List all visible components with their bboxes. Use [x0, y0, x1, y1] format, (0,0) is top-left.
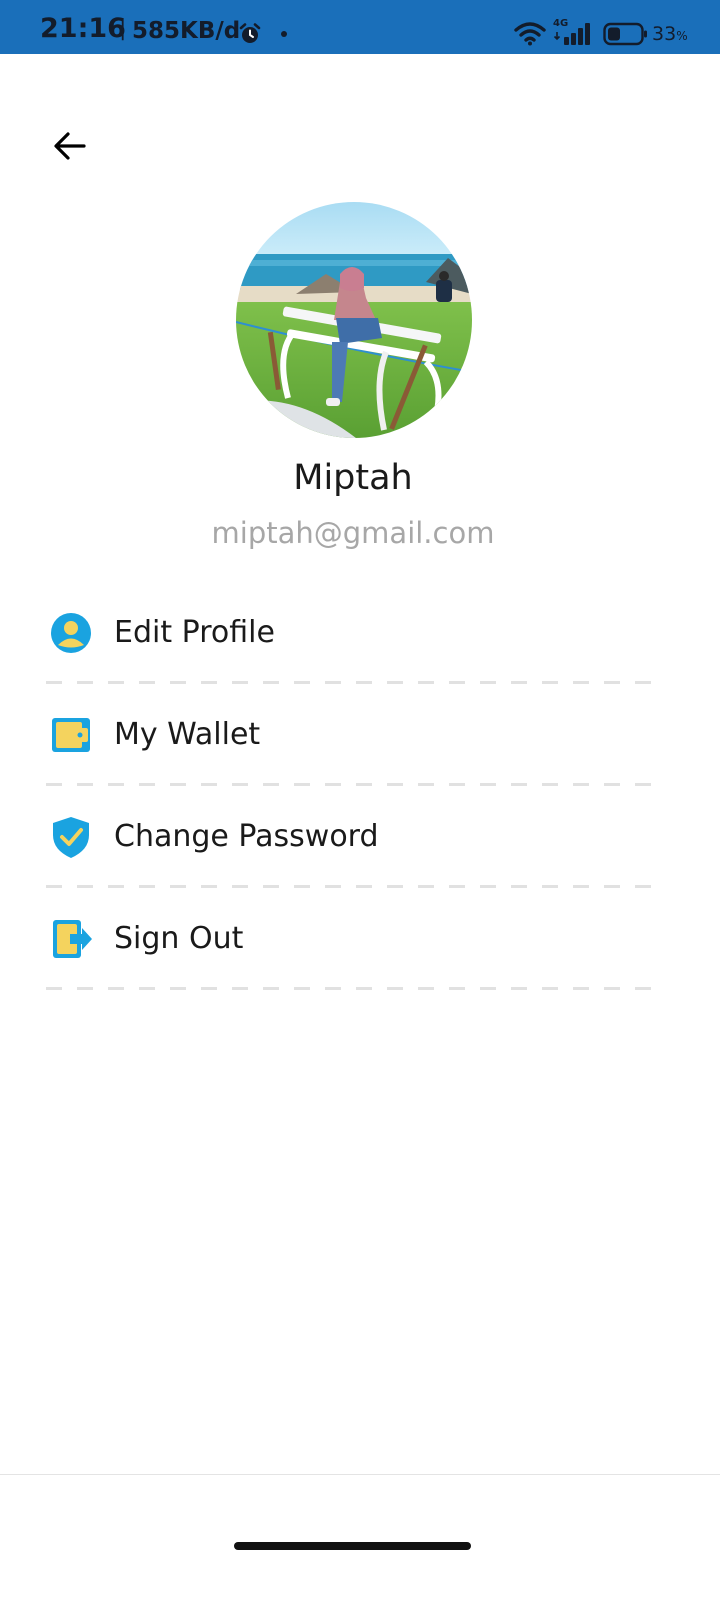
status-network-speed: 585KB/d — [132, 18, 241, 44]
wallet-icon — [52, 718, 90, 752]
shield-check-icon — [53, 817, 89, 858]
avatar[interactable] — [236, 202, 472, 438]
menu-item-edit-profile[interactable]: Edit Profile — [46, 582, 660, 684]
profile-screen: 21:16 | 585KB/d 4G 33% Miptah miptah@gma… — [0, 0, 720, 1600]
status-notification-dot — [281, 31, 287, 37]
menu-item-label: Change Password — [114, 819, 379, 854]
alarm-icon — [239, 23, 261, 43]
signal-icon — [553, 23, 590, 45]
status-bar: 21:16 | 585KB/d 4G 33% — [0, 0, 720, 54]
sign-out-icon — [53, 920, 92, 958]
arrow-left-icon — [54, 132, 86, 160]
back-button[interactable] — [44, 120, 96, 172]
bottom-divider — [0, 1474, 720, 1475]
menu-divider — [46, 987, 660, 990]
profile-photo — [236, 202, 472, 438]
menu-item-sign-out[interactable]: Sign Out — [46, 888, 660, 990]
profile-name: Miptah — [293, 458, 413, 498]
status-time: 21:16 — [40, 13, 126, 44]
profile-menu: Edit Profile My Wallet Change Password S… — [46, 582, 660, 990]
home-indicator[interactable] — [234, 1542, 471, 1550]
user-circle-icon — [51, 613, 91, 653]
wifi-icon — [514, 22, 546, 46]
profile-email: miptah@gmail.com — [211, 516, 495, 550]
menu-item-change-password[interactable]: Change Password — [46, 786, 660, 888]
menu-item-label: My Wallet — [114, 717, 261, 752]
menu-item-label: Sign Out — [114, 921, 244, 956]
battery-icon — [603, 22, 647, 46]
menu-item-label: Edit Profile — [114, 615, 275, 650]
menu-item-my-wallet[interactable]: My Wallet — [46, 684, 660, 786]
status-separator: | — [119, 16, 127, 41]
battery-percent: 33% — [652, 23, 688, 45]
